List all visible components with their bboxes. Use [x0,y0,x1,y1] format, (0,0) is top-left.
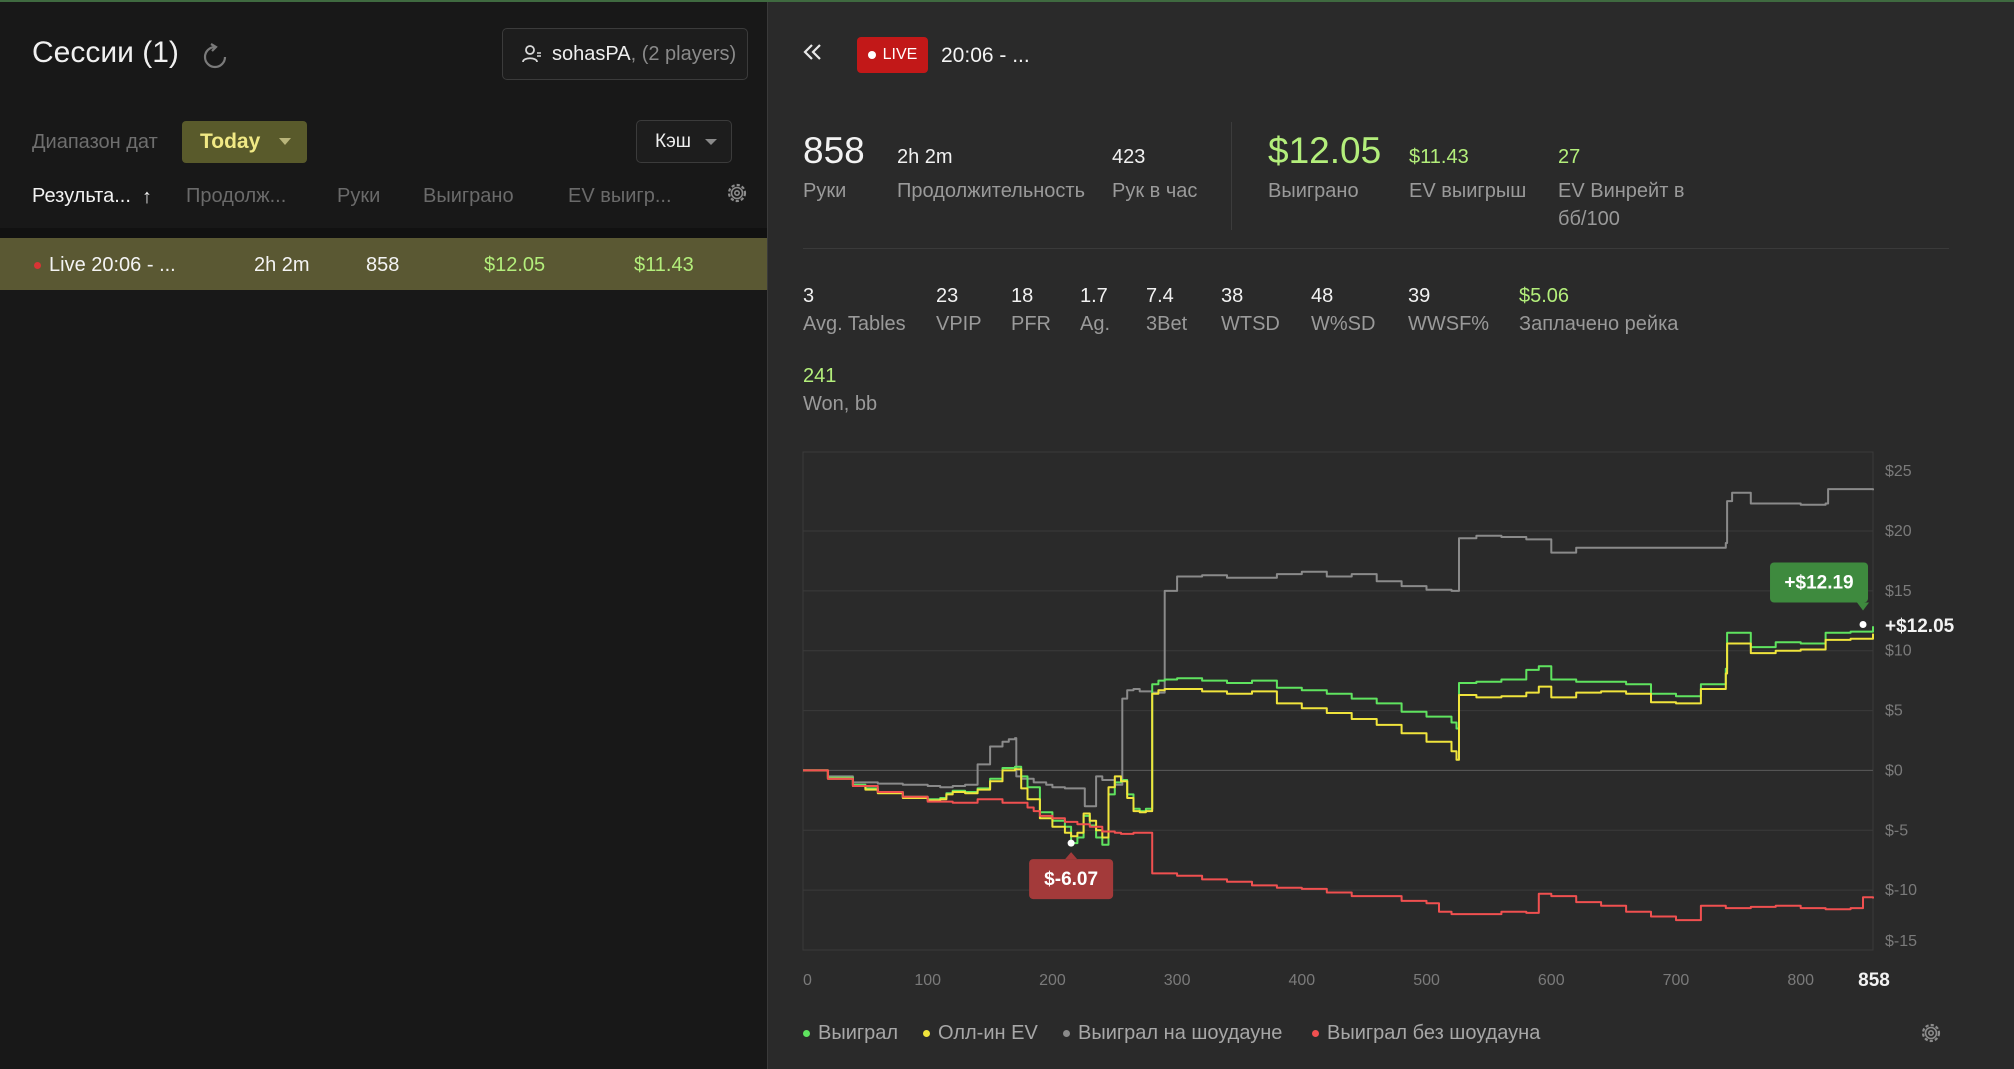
min-point [1067,839,1075,847]
x-tick-label: 0 [803,972,812,989]
min-callout-pointer [1065,852,1078,860]
max-point [1859,621,1867,629]
series-line [803,488,1874,808]
y-tick-label: $10 [1885,643,1912,660]
legend-label: Выиграл на шоудауне [1078,1022,1283,1044]
x-tick-label: 700 [1663,972,1690,989]
max-callout-pointer [1857,602,1870,611]
legend-label: Олл-ин EV [938,1022,1038,1044]
legend-item-won-non-showdown[interactable]: Выиграл без шоудауна [1312,1022,1540,1045]
plot-frame [802,451,1874,951]
legend-dot-icon [803,1030,810,1037]
y-tick-label: $20 [1885,523,1912,540]
legend-item-won-showdown[interactable]: Выиграл на шоудауне [1063,1022,1282,1045]
legend-dot-icon [923,1030,930,1037]
y-tick-label: $5 [1885,703,1903,720]
end-value-label: +$12.05 [1885,616,1955,637]
series-line [803,633,1874,839]
y-tick-label: $0 [1885,762,1903,779]
legend-item-allin-ev[interactable]: Олл-ин EV [923,1022,1038,1045]
legend-label: Выиграл без шоудауна [1327,1022,1541,1044]
series-line [803,626,1874,846]
min-callout-label: $-6.07 [1044,869,1098,890]
legend-dot-icon [1063,1030,1070,1037]
x-tick-label: 800 [1787,972,1814,989]
y-tick-label: $-15 [1885,933,1917,950]
y-tick-label: $-5 [1885,822,1908,839]
winnings-chart: $25 $20 $15 $10 $5 $0 $-5 $-10 $-15 0 100 200 300 400… [802,451,1955,991]
x-tick-label: 300 [1164,972,1191,989]
y-tick-label: $25 [1885,463,1912,480]
x-tick-label: 100 [914,972,941,989]
x-tick-label: 500 [1413,972,1440,989]
y-tick-label: $-10 [1885,882,1917,899]
x-tick-label: 400 [1288,972,1315,989]
x-end-label: 858 [1858,970,1890,991]
legend-dot-icon [1312,1030,1319,1037]
max-callout-label: +$12.19 [1784,573,1853,594]
gear-icon[interactable] [1918,1020,1944,1046]
legend-item-won[interactable]: Выиграл [803,1022,898,1045]
x-tick-label: 200 [1039,972,1066,989]
x-tick-label: 600 [1538,972,1565,989]
legend-label: Выиграл [818,1022,899,1044]
y-tick-label: $15 [1885,583,1912,600]
